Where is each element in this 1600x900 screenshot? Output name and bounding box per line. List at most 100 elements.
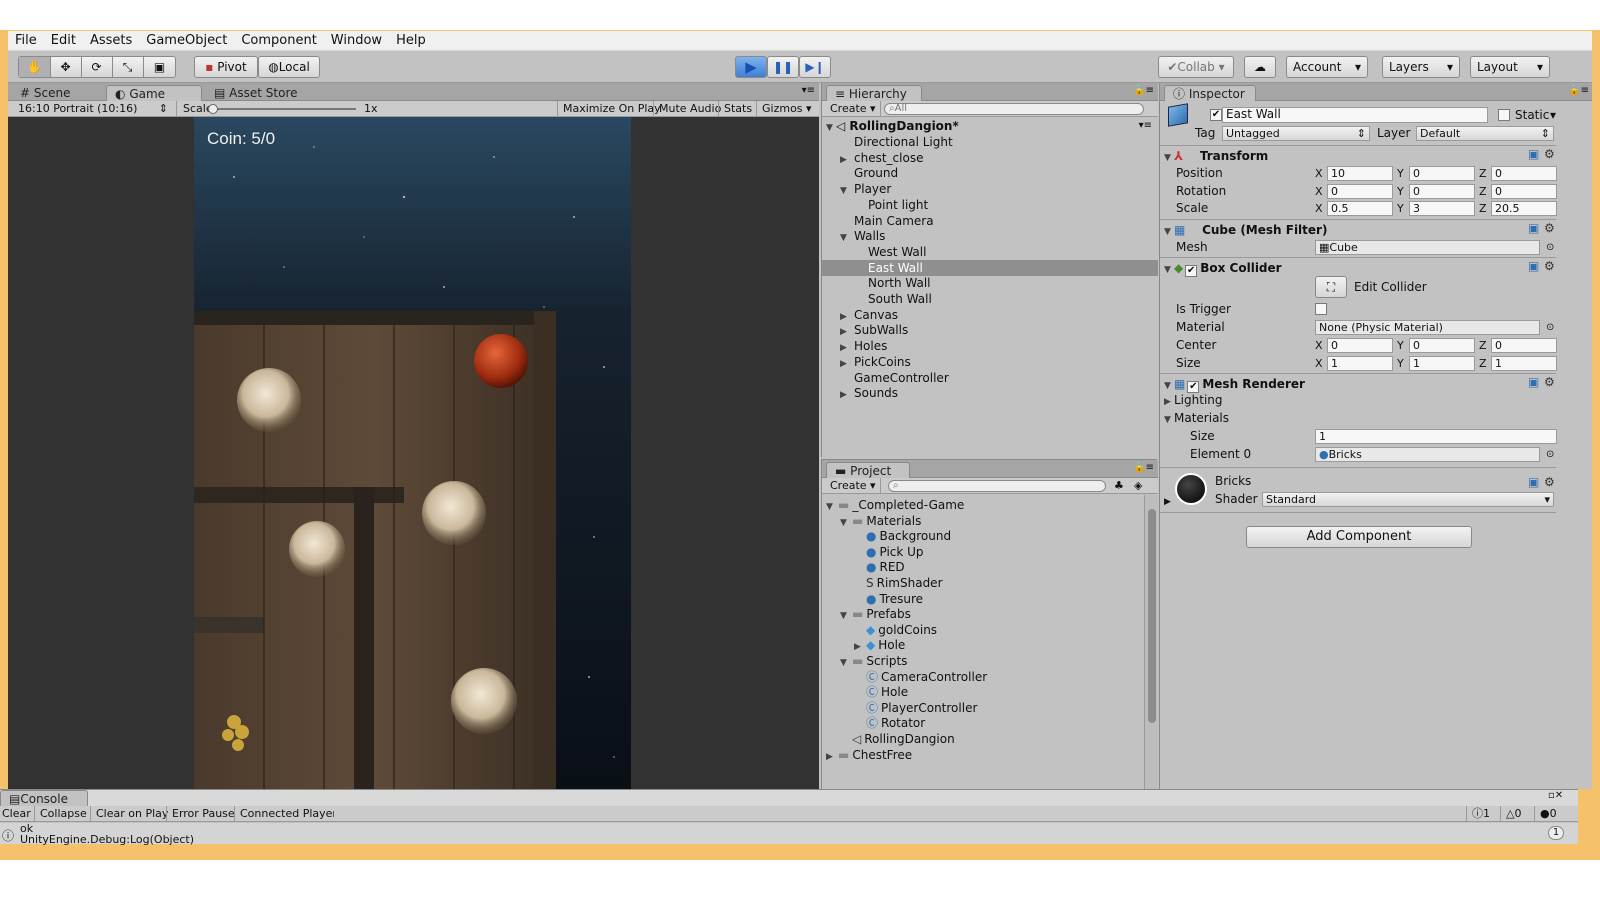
maximize-icon[interactable]: ▫✕ [1548,790,1563,801]
tab-scene[interactable]: # Scene [12,85,80,101]
scale-slider-track[interactable] [214,108,356,110]
hierarchy-item[interactable]: ▶ chest_close [822,150,1158,166]
tab-asset-store[interactable]: ▤ Asset Store [206,85,308,101]
project-item[interactable]: ▶ ◆ Hole [822,637,1144,653]
box-collider-enabled-checkbox[interactable]: ✔ [1185,265,1198,277]
hierarchy-item[interactable]: ▶ Canvas [822,307,1158,323]
project-create-button[interactable]: Create ▾ [826,478,881,493]
project-item[interactable]: ● Pick Up [822,544,1144,560]
lock-icon[interactable]: 🔒≡ [1568,85,1589,96]
center-z-field[interactable]: 0 [1491,338,1557,353]
hierarchy-item[interactable]: GameController [822,370,1158,386]
project-item[interactable]: ▼ ▬ Prefabs [822,606,1144,622]
rotation-y-field[interactable]: 0 [1409,183,1475,199]
hierarchy-item[interactable]: ▼ Player [822,181,1158,197]
step-button[interactable]: ▶❙ [799,56,831,78]
scene-root[interactable]: ▼ ◁ RollingDangion* ▾≡ [822,118,1158,134]
layers-dropdown[interactable]: Layers ▾ [1382,56,1460,78]
cloud-button[interactable]: ☁ [1244,56,1276,78]
hierarchy-item[interactable]: ▶ Holes [822,338,1158,354]
console-clear-button[interactable]: Clear [0,806,33,822]
connected-player-dropdown[interactable]: Connected Player [234,806,334,822]
hierarchy-item[interactable]: East Wall [822,259,1158,276]
help-icon[interactable]: ▣ [1528,375,1539,389]
hierarchy-item[interactable]: ▶ Sounds [822,385,1158,401]
gizmos-button[interactable]: Gizmos ▾ [756,101,817,117]
hierarchy-item[interactable]: ▶ SubWalls [822,322,1158,338]
menu-help[interactable]: Help [389,31,433,51]
move-tool-icon[interactable]: ✥ [50,57,82,77]
warning-count-toggle[interactable]: △0 [1500,806,1526,822]
log-count-toggle[interactable]: ⓘ1 [1466,806,1495,822]
game-render[interactable]: Coin: 5/0 [194,117,631,789]
filter-label-icon[interactable]: ◈ [1134,478,1142,493]
tab-hierarchy[interactable]: ≡ Hierarchy [826,85,922,101]
scale-tool-icon[interactable]: ⤡ [112,57,144,77]
menu-component[interactable]: Component [234,31,323,51]
object-picker-icon[interactable]: ⊙ [1546,320,1554,335]
gear-icon[interactable]: ⚙ [1544,221,1555,235]
scale-slider-thumb[interactable] [208,104,218,114]
materials-foldout[interactable]: ▼ Materials [1164,411,1229,428]
expand-arrow-icon[interactable]: ▶ [1164,495,1171,510]
project-item[interactable]: Ⓒ Rotator [822,715,1144,731]
expand-arrow-icon[interactable]: ▶ [840,387,850,403]
mesh-filter-header[interactable]: ▼ ▦ Cube (Mesh Filter) [1160,219,1556,239]
position-x-field[interactable]: 10 [1327,166,1393,181]
project-item[interactable]: ▼ ▬ _Completed-Game [822,497,1144,513]
console-error-pause-button[interactable]: Error Pause [166,806,240,822]
is-trigger-checkbox[interactable] [1315,303,1327,315]
hand-tool-icon[interactable]: ✋ [19,57,51,77]
shader-dropdown[interactable]: Standard ▾ [1262,492,1554,507]
physic-material-field[interactable]: None (Physic Material) [1315,320,1540,335]
scrollbar-thumb[interactable] [1148,509,1156,723]
help-icon[interactable]: ▣ [1528,221,1539,235]
center-x-field[interactable]: 0 [1327,338,1393,353]
box-collider-header[interactable]: ▼ ◆ ✔ Box Collider [1160,257,1556,277]
gear-icon[interactable]: ⚙ [1544,475,1555,489]
mute-audio-button[interactable]: Mute Audio [653,101,726,117]
project-item[interactable]: Ⓒ Hole [822,684,1144,700]
tab-game[interactable]: ◐ Game [106,85,202,101]
project-item[interactable]: ● RED [822,559,1144,575]
maximize-on-play-button[interactable]: Maximize On Play [557,101,666,117]
project-item[interactable]: Ⓒ CameraController [822,669,1144,685]
project-search-input[interactable]: ⌕ [888,480,1106,492]
scene-menu-icon[interactable]: ▾≡ [1139,118,1152,134]
project-item[interactable]: ▼ ▬ Materials [822,513,1144,529]
scale-z-field[interactable]: 20.5 [1491,201,1557,216]
expand-arrow-icon[interactable]: ▶ [826,749,836,765]
menu-assets[interactable]: Assets [83,31,139,51]
gear-icon[interactable]: ⚙ [1544,259,1555,273]
hierarchy-item[interactable]: Directional Light [822,134,1158,150]
lighting-foldout[interactable]: ▶ Lighting [1164,393,1223,410]
project-item[interactable]: Ⓒ PlayerController [822,700,1144,716]
pivot-toggle[interactable]: ▪ Pivot [194,56,258,78]
stats-button[interactable]: Stats [718,101,757,117]
position-y-field[interactable]: 0 [1409,166,1475,181]
lock-icon[interactable]: 🔒≡ [1133,85,1154,96]
local-toggle[interactable]: ◍Local [258,56,320,78]
size-z-field[interactable]: 1 [1491,356,1557,371]
error-count-toggle[interactable]: ●0 [1534,806,1562,822]
project-item[interactable]: S RimShader [822,575,1144,591]
hierarchy-item[interactable]: South Wall [822,291,1158,307]
console-clear-on-play-button[interactable]: Clear on Play [90,806,173,822]
menu-file[interactable]: File [8,31,44,51]
size-y-field[interactable]: 1 [1409,356,1475,371]
lock-icon[interactable]: 🔒≡ [1133,462,1154,473]
project-scrollbar[interactable] [1144,495,1158,789]
project-item[interactable]: ▼ ▬ Scripts [822,653,1144,669]
mesh-renderer-header[interactable]: ▼ ▦ ✔ Mesh Renderer [1160,373,1556,393]
project-item[interactable]: ◁ RollingDangion [822,731,1144,747]
account-dropdown[interactable]: Account ▾ [1286,56,1368,78]
active-checkbox[interactable]: ✔ [1210,109,1222,121]
mesh-object-field[interactable]: ▦Cube [1315,240,1540,255]
rotation-x-field[interactable]: 0 [1327,183,1393,199]
static-checkbox[interactable] [1498,109,1510,121]
layout-dropdown[interactable]: Layout ▾ [1470,56,1550,78]
project-item[interactable]: ● Tresure [822,591,1144,607]
project-item[interactable]: ● Background [822,528,1144,544]
hierarchy-item[interactable]: Point light [822,197,1158,213]
layer-dropdown[interactable]: Default ⇕ [1416,126,1554,141]
